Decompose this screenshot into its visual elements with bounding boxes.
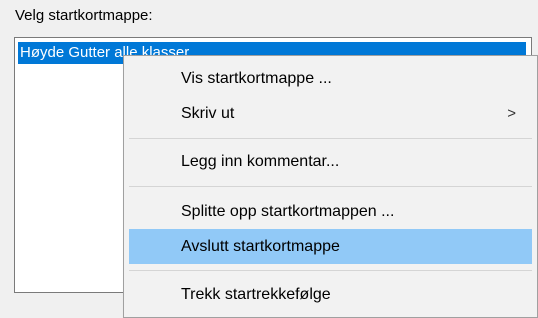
menu-separator bbox=[129, 270, 532, 271]
list-caption: Velg startkortmappe: bbox=[15, 7, 153, 24]
menu-item-skriv-ut[interactable]: Skriv ut > bbox=[129, 96, 532, 131]
menu-item-label: Skriv ut bbox=[181, 105, 235, 122]
menu-item-vis-startkortmappe[interactable]: Vis startkortmappe ... bbox=[129, 61, 532, 96]
context-menu: Vis startkortmappe ... Skriv ut > Legg i… bbox=[123, 55, 538, 318]
submenu-arrow-icon: > bbox=[507, 105, 516, 122]
menu-separator bbox=[129, 138, 532, 139]
menu-item-splitte-opp[interactable]: Splitte opp startkortmappen ... bbox=[129, 194, 532, 229]
menu-item-trekk-startrekkefolge[interactable]: Trekk startrekkefølge bbox=[129, 277, 532, 312]
menu-separator bbox=[129, 186, 532, 187]
menu-item-legg-inn-kommentar[interactable]: Legg inn kommentar... bbox=[129, 144, 532, 179]
menu-item-avslutt-startkortmappe[interactable]: Avslutt startkortmappe bbox=[129, 229, 532, 264]
